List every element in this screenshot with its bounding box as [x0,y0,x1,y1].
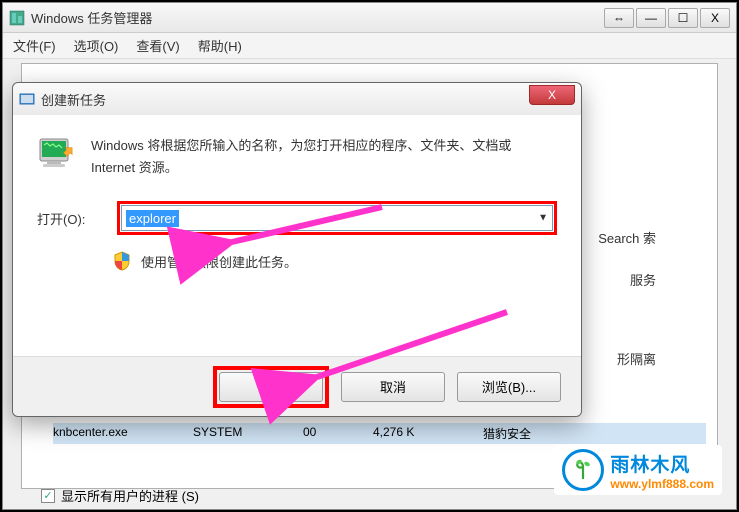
watermark-url: www.ylmf888.com [610,477,714,491]
show-all-users-row: ✓ 显示所有用户的进程 (S) [41,486,199,505]
run-icon [19,91,35,107]
ok-button[interactable]: 确定 [219,372,323,402]
run-dialog-icon [37,133,77,173]
menu-file[interactable]: 文件(F) [13,36,56,55]
minimize-button[interactable]: — [636,8,666,28]
chevron-down-icon[interactable]: ▼ [538,213,548,224]
process-name: knbcenter.exe [53,425,153,442]
bg-text-service: 服务 [630,270,656,289]
dialog-body: Windows 将根据您所输入的名称，为您打开相应的程序、文件夹、文档或 Int… [13,115,581,355]
browse-button[interactable]: 浏览(B)... [457,372,561,402]
window-controls: ⇔ — ☐ X [604,8,730,28]
menu-help[interactable]: 帮助(H) [198,36,242,55]
dialog-titlebar[interactable]: 创建新任务 X [13,83,581,115]
menubar: 文件(F) 选项(O) 查看(V) 帮助(H) [3,33,736,59]
titlebar[interactable]: Windows 任务管理器 ⇔ — ☐ X [3,3,736,33]
open-label: 打开(O): [37,209,107,228]
bg-text-search: Search 索 [598,228,656,247]
admin-text: 使用管理权限创建此任务。 [141,252,297,271]
watermark: 雨林木风 www.ylmf888.com [554,445,722,495]
table-row[interactable]: knbcenter.exe SYSTEM 00 4,276 K 猎豹安全 [53,423,706,444]
dialog-description: Windows 将根据您所输入的名称，为您打开相应的程序、文件夹、文档或 Int… [91,133,557,179]
process-user: SYSTEM [193,425,263,442]
cancel-button[interactable]: 取消 [341,372,445,402]
dialog-title: 创建新任务 [41,90,575,109]
watermark-name: 雨林木风 [610,450,714,477]
shield-icon [113,251,131,271]
show-all-users-checkbox[interactable]: ✓ [41,489,55,503]
dialog-close-button[interactable]: X [529,85,575,105]
app-icon [9,10,25,26]
highlight-input: explorer ▼ [117,201,557,235]
process-mem: 4,276 K [373,425,443,442]
window-title: Windows 任务管理器 [31,8,604,27]
maximize-button[interactable]: ☐ [668,8,698,28]
open-input-value: explorer [126,210,179,227]
watermark-icon [562,449,604,491]
bg-text-isolation: 形隔离 [617,349,656,368]
close-button[interactable]: X [700,8,730,28]
restore-down-button[interactable]: ⇔ [604,8,634,28]
show-all-users-label: 显示所有用户的进程 (S) [61,486,199,505]
highlight-ok: 确定 [213,366,329,408]
process-desc: 猎豹安全 [483,425,583,442]
dialog-footer: 确定 取消 浏览(B)... [13,356,581,416]
menu-view[interactable]: 查看(V) [136,36,179,55]
run-dialog: 创建新任务 X Windows 将根据您所输入的名称，为您打开相应的程序、文件夹… [12,82,582,417]
menu-options[interactable]: 选项(O) [74,36,119,55]
process-list: knbcenter.exe SYSTEM 00 4,276 K 猎豹安全 [53,423,706,444]
open-combobox[interactable]: explorer ▼ [121,205,553,231]
process-cpu: 00 [303,425,333,442]
